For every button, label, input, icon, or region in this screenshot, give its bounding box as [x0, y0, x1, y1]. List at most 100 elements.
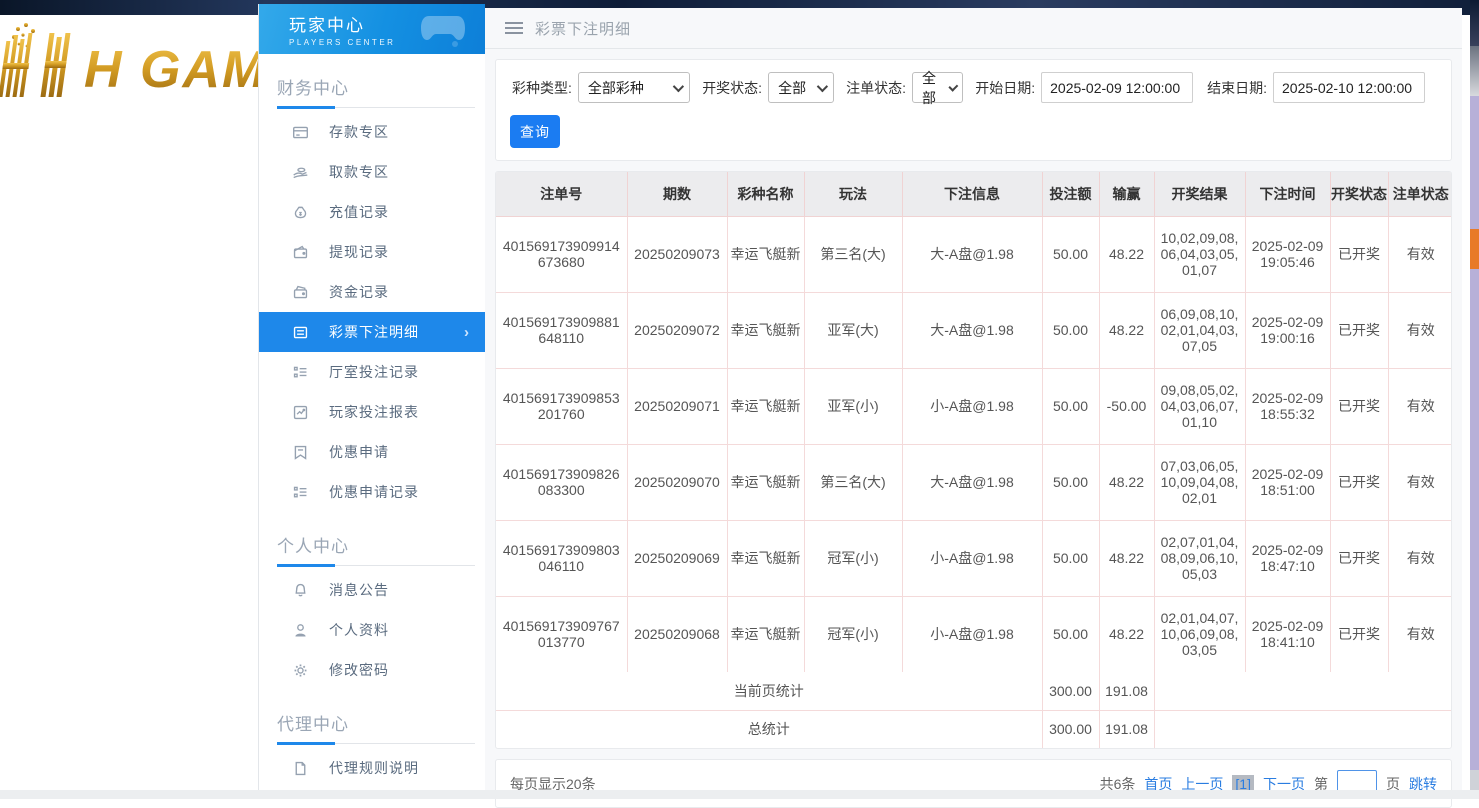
- column-header: 开奖状态: [1330, 172, 1388, 216]
- cell-bet-time: 2025-02-09 19:00:16: [1245, 292, 1330, 368]
- sidebar-item-withdraw-zone[interactable]: 取款专区: [259, 152, 485, 192]
- cell-bet-time: 2025-02-09 18:51:00: [1245, 444, 1330, 520]
- document-icon: [291, 759, 309, 777]
- order-status-select[interactable]: 全部: [912, 72, 963, 103]
- cell-order-status: 有效: [1388, 596, 1452, 672]
- hand-money-icon: [291, 163, 309, 181]
- sidebar-item-player-bet-report[interactable]: 玩家投注报表: [259, 392, 485, 432]
- sidebar-item-change-password[interactable]: 修改密码: [259, 650, 485, 690]
- cell-win-loss: 48.22: [1099, 520, 1154, 596]
- sidebar-item-profile[interactable]: 个人资料: [259, 610, 485, 650]
- cell-period: 20250209068: [627, 596, 727, 672]
- cell-bet-no: 401569173909803046110: [496, 520, 627, 596]
- sidebar-item-label: 资金记录: [329, 282, 389, 302]
- sidebar-item-deposit-zone[interactable]: 存款专区: [259, 112, 485, 152]
- cell-order-status: 有效: [1388, 216, 1452, 292]
- sidebar-item-hall-bet-records[interactable]: 厅室投注记录: [259, 352, 485, 392]
- hamburger-menu-icon[interactable]: [505, 22, 523, 34]
- cell-result: 06,09,08,10,02,01,04,03,07,05: [1154, 292, 1245, 368]
- start-date-input[interactable]: [1041, 72, 1193, 103]
- cell-lottery: 幸运飞艇新: [727, 520, 804, 596]
- cell-amount: 50.00: [1042, 292, 1099, 368]
- end-date-label: 结束日期:: [1207, 78, 1267, 98]
- sidebar-item-label: 优惠申请记录: [329, 482, 419, 502]
- sidebar-nav: 财务中心存款专区取款专区充值记录提现记录资金记录彩票下注明细›厅室投注记录玩家投…: [259, 54, 485, 799]
- end-date-input[interactable]: [1273, 72, 1425, 103]
- cell-period: 20250209073: [627, 216, 727, 292]
- cell-win-loss: 48.22: [1099, 444, 1154, 520]
- cell-bet-time: 2025-02-09 18:41:10: [1245, 596, 1330, 672]
- cell-play: 亚军(小): [804, 368, 902, 444]
- sidebar-item-label: 代理规则说明: [329, 758, 419, 778]
- total-summary-label: 总统计: [496, 710, 1042, 748]
- table-row: 40156917390985320176020250209071幸运飞艇新亚军(…: [496, 368, 1452, 444]
- cell-win-loss: -50.00: [1099, 368, 1154, 444]
- cell-draw-status: 已开奖: [1330, 368, 1388, 444]
- wallet-icon: [291, 243, 309, 261]
- cell-bet-info: 小-A盘@1.98: [902, 368, 1042, 444]
- sidebar-item-messages[interactable]: 消息公告: [259, 570, 485, 610]
- sidebar-item-promo-apply-records[interactable]: 优惠申请记录: [259, 472, 485, 512]
- sidebar-item-agent-rules[interactable]: 代理规则说明: [259, 748, 485, 788]
- cell-bet-info: 大-A盘@1.98: [902, 216, 1042, 292]
- gamepad-icon: [419, 10, 471, 48]
- svg-text:H GAME: H GAME: [84, 41, 258, 99]
- lottery-type-select[interactable]: 全部彩种: [578, 72, 690, 103]
- cell-lottery: 幸运飞艇新: [727, 292, 804, 368]
- sidebar-item-lottery-bet-details[interactable]: 彩票下注明细›: [259, 312, 485, 352]
- cell-period: 20250209070: [627, 444, 727, 520]
- bottom-strip: [0, 790, 1479, 799]
- cell-bet-info: 大-A盘@1.98: [902, 444, 1042, 520]
- start-date-label: 开始日期:: [975, 78, 1035, 98]
- draw-status-select[interactable]: 全部: [768, 72, 834, 103]
- scrollbar[interactable]: [1470, 0, 1479, 799]
- cell-bet-info: 小-A盘@1.98: [902, 596, 1042, 672]
- cell-result: 02,01,04,07,10,06,09,08,03,05: [1154, 596, 1245, 672]
- page-summary-empty: [1154, 672, 1452, 710]
- sidebar: 玩家中心 PLAYERS CENTER 财务中心存款专区取款专区充值记录提现记录…: [258, 4, 485, 799]
- sidebar-item-funds-records[interactable]: 资金记录: [259, 272, 485, 312]
- cell-bet-no: 401569173909914673680: [496, 216, 627, 292]
- chevron-down-icon: [673, 80, 684, 91]
- cell-bet-time: 2025-02-09 18:47:10: [1245, 520, 1330, 596]
- report-icon: [291, 403, 309, 421]
- section-divider: [277, 565, 475, 566]
- cell-bet-no: 401569173909853201760: [496, 368, 627, 444]
- gear-icon: [291, 661, 309, 679]
- left-panel: H GAME: [0, 15, 258, 799]
- order-status-value: 全部: [922, 68, 939, 108]
- total-summary-row: 总统计 300.00 191.08: [496, 710, 1452, 748]
- bank-card-icon: [291, 123, 309, 141]
- column-header: 下注信息: [902, 172, 1042, 216]
- sidebar-item-promo-apply[interactable]: 优惠申请: [259, 432, 485, 472]
- cell-period: 20250209072: [627, 292, 727, 368]
- cell-play: 冠军(小): [804, 520, 902, 596]
- sidebar-item-label: 个人资料: [329, 620, 389, 640]
- bet-table-card: 注单号期数彩种名称玩法下注信息投注额输赢开奖结果下注时间开奖状态注单状态 401…: [495, 171, 1452, 749]
- column-header: 彩种名称: [727, 172, 804, 216]
- pagination-bar: 每页显示20条 共6条 首页 上一页 [1] 下一页 第 页 跳转: [495, 759, 1452, 808]
- cell-order-status: 有效: [1388, 520, 1452, 596]
- sidebar-item-label: 玩家投注报表: [329, 402, 419, 422]
- cell-win-loss: 48.22: [1099, 216, 1154, 292]
- bell-icon: [291, 581, 309, 599]
- scrollbar-thumb[interactable]: [1470, 229, 1479, 269]
- page-header: 彩票下注明细: [485, 8, 1462, 49]
- column-header: 期数: [627, 172, 727, 216]
- cell-order-status: 有效: [1388, 292, 1452, 368]
- cell-result: 10,02,09,08,06,04,03,05,01,07: [1154, 216, 1245, 292]
- table-row: 40156917390980304611020250209069幸运飞艇新冠军(…: [496, 520, 1452, 596]
- cell-amount: 50.00: [1042, 520, 1099, 596]
- money-bag-icon: [291, 203, 309, 221]
- cell-draw-status: 已开奖: [1330, 216, 1388, 292]
- cell-order-status: 有效: [1388, 444, 1452, 520]
- sidebar-item-recharge-records[interactable]: 充值记录: [259, 192, 485, 232]
- coupon-icon: [291, 443, 309, 461]
- cell-draw-status: 已开奖: [1330, 520, 1388, 596]
- cell-bet-time: 2025-02-09 19:05:46: [1245, 216, 1330, 292]
- sidebar-item-label: 充值记录: [329, 202, 389, 222]
- page-summary-label: 当前页统计: [496, 672, 1042, 710]
- sidebar-item-withdraw-records[interactable]: 提现记录: [259, 232, 485, 272]
- search-button[interactable]: 查询: [510, 115, 560, 148]
- cell-amount: 50.00: [1042, 596, 1099, 672]
